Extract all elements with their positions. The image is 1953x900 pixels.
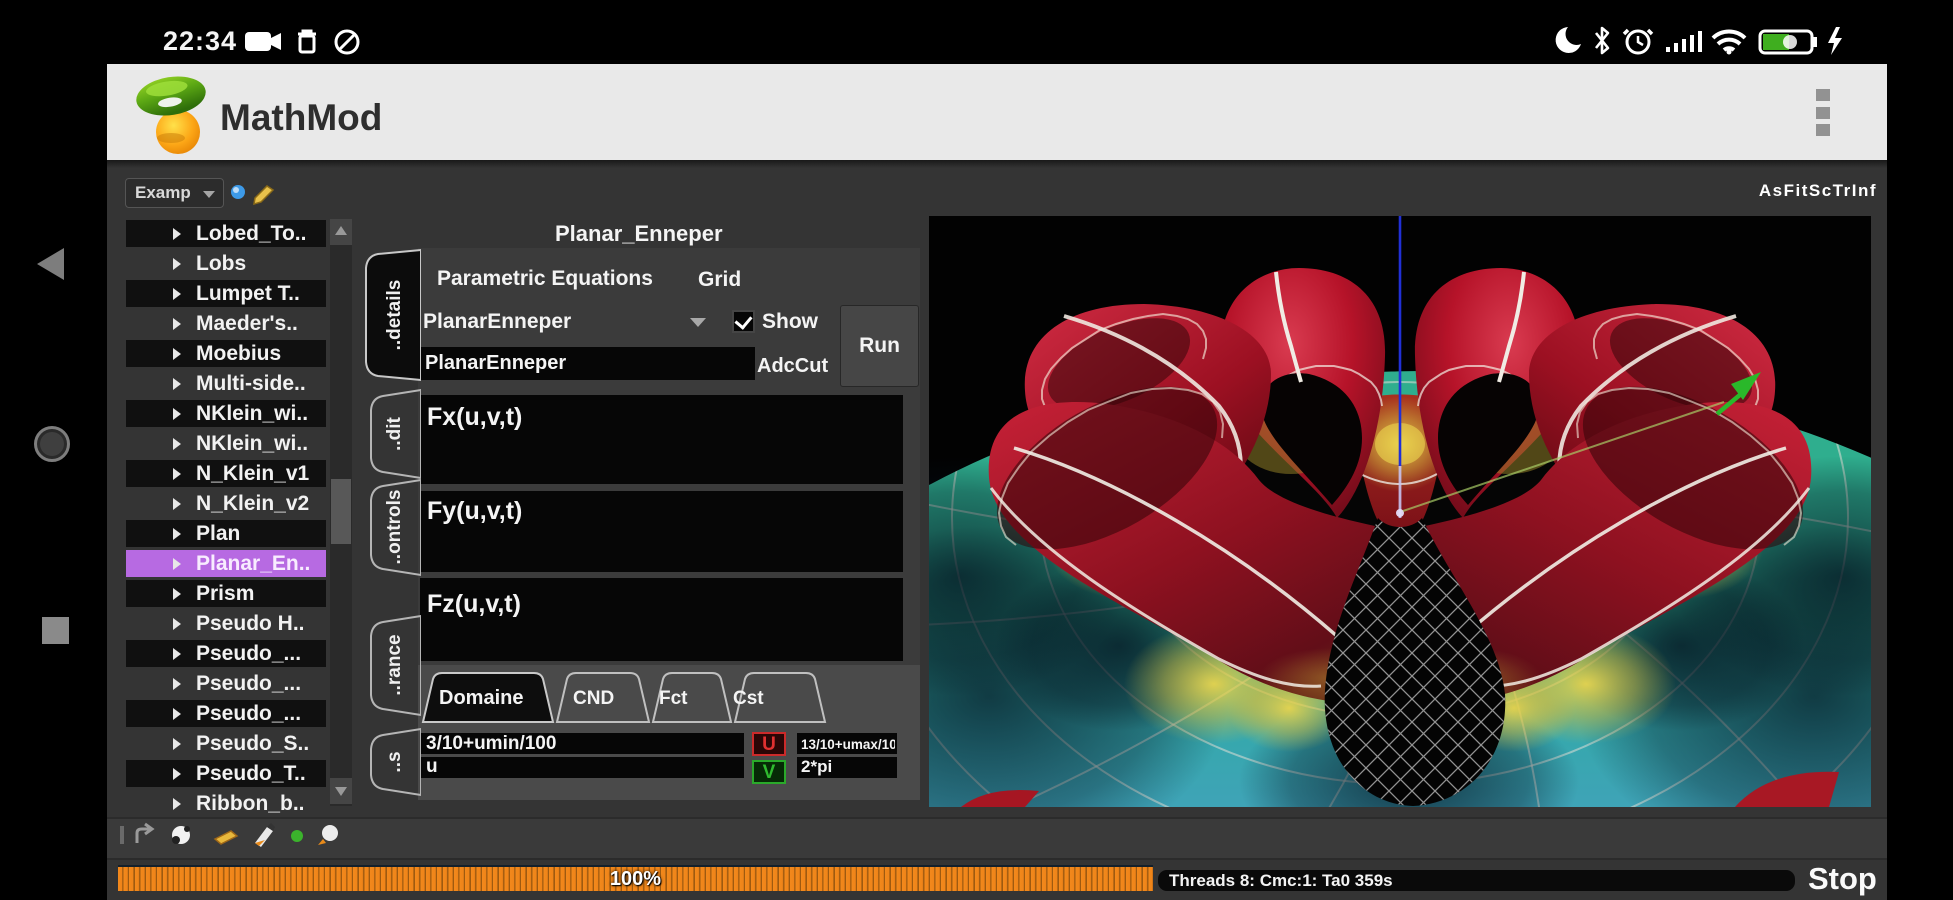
svg-text:..s: ..s: [384, 751, 405, 772]
svg-text:..details: ..details: [384, 280, 405, 351]
svg-text:..rance: ..rance: [384, 634, 405, 695]
svg-text:..dit: ..dit: [384, 416, 405, 450]
svg-text:..ontrols: ..ontrols: [384, 490, 405, 565]
